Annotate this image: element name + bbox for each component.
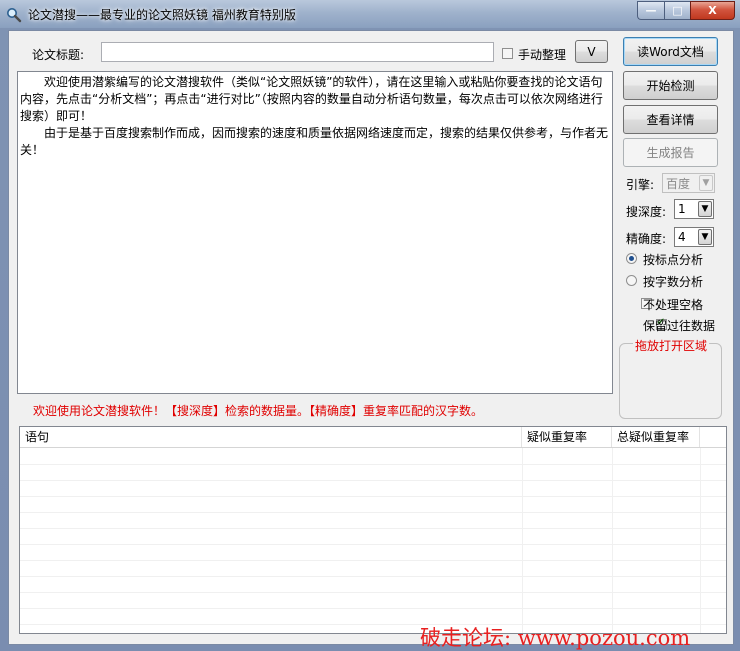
app-window: 论文潜搜——最专业的论文照妖镜 福州教育特别版 — □ X 论文标题: 手动整理… — [0, 0, 740, 651]
table-row — [20, 496, 726, 513]
precision-value: 4 — [678, 230, 686, 244]
paper-title-label: 论文标题: — [32, 48, 85, 62]
table-row — [20, 544, 726, 561]
client-area: 论文标题: 手动整理 V 欢迎使用潜紫编写的论文潜搜软件（类似“论文照妖镜”的软… — [8, 30, 734, 645]
table-row — [20, 560, 726, 577]
expand-button[interactable]: V — [575, 40, 608, 63]
precision-label: 精确度: — [626, 232, 667, 246]
close-icon: X — [708, 4, 717, 17]
results-table[interactable]: 语句 疑似重复率 总疑似重复率 — [19, 426, 727, 634]
watermark-text: 破走论坛: www.pozou.com — [420, 626, 691, 650]
status-message: 欢迎使用论文潜搜软件！【搜深度】检索的数据量。【精确度】重复率匹配的汉字数。 — [33, 404, 484, 418]
keep-data-label: 保留过往数据 — [643, 319, 716, 333]
table-row — [20, 480, 726, 497]
chevron-down-icon: ▼ — [698, 201, 712, 217]
manual-arrange-label: 手动整理 — [518, 48, 567, 62]
no-space-label: 不处理空格 — [643, 298, 704, 312]
column-header-total-similarity[interactable]: 总疑似重复率 — [612, 427, 700, 447]
chars-radio[interactable] — [626, 275, 637, 286]
drop-zone-label: 拖放打开区域 — [633, 337, 710, 354]
chevron-down-icon: ▼ — [698, 229, 712, 245]
paper-title-input[interactable] — [101, 42, 494, 62]
precision-select[interactable]: 4 ▼ — [674, 227, 714, 247]
maximize-icon: □ — [672, 4, 683, 17]
depth-select[interactable]: 1 ▼ — [674, 199, 714, 219]
close-button[interactable]: X — [690, 1, 735, 20]
engine-value: 百度 — [666, 176, 691, 191]
table-row — [20, 464, 726, 481]
column-header-similarity[interactable]: 疑似重复率 — [522, 427, 612, 447]
manual-arrange-checkbox[interactable] — [502, 48, 513, 59]
punct-radio-label: 按标点分析 — [643, 253, 704, 267]
read-word-button[interactable]: 读Word文档 — [623, 37, 718, 66]
depth-label: 搜深度: — [626, 205, 667, 219]
table-row — [20, 528, 726, 545]
engine-label: 引擎: — [626, 178, 655, 192]
content-textarea[interactable]: 欢迎使用潜紫编写的论文潜搜软件（类似“论文照妖镜”的软件），请在这里输入或粘贴你… — [17, 71, 613, 394]
table-row — [20, 576, 726, 593]
maximize-button[interactable]: □ — [664, 1, 690, 20]
minimize-button[interactable]: — — [637, 1, 664, 20]
table-header: 语句 疑似重复率 总疑似重复率 — [20, 427, 726, 448]
column-divider — [700, 448, 701, 633]
engine-select[interactable]: 百度 ▼ — [662, 173, 715, 193]
column-divider — [522, 448, 523, 633]
content-paragraph-2: 由于是基于百度搜索制作而成，因而搜索的速度和质量依据网络速度而定，搜索的结果仅供… — [20, 126, 609, 157]
magnifier-icon — [7, 8, 22, 23]
content-paragraph-1: 欢迎使用潜紫编写的论文潜搜软件（类似“论文照妖镜”的软件），请在这里输入或粘贴你… — [20, 75, 603, 123]
chevron-down-icon: ▼ — [699, 175, 713, 191]
table-row — [20, 448, 726, 465]
punct-radio[interactable] — [626, 253, 637, 264]
column-header-sentence[interactable]: 语句 — [20, 427, 522, 447]
chevron-down-icon: V — [587, 44, 596, 59]
drop-zone[interactable] — [619, 343, 722, 419]
table-row — [20, 512, 726, 529]
chars-radio-label: 按字数分析 — [643, 275, 704, 289]
title-bar[interactable]: 论文潜搜——最专业的论文照妖镜 福州教育特别版 — □ X — [0, 0, 740, 28]
table-row — [20, 592, 726, 609]
table-body — [20, 448, 726, 633]
generate-report-button[interactable]: 生成报告 — [623, 138, 718, 167]
window-title: 论文潜搜——最专业的论文照妖镜 福州教育特别版 — [28, 8, 296, 22]
caption-buttons: — □ X — [637, 1, 735, 20]
view-details-button[interactable]: 查看详情 — [623, 105, 718, 134]
start-check-button[interactable]: 开始检测 — [623, 71, 718, 100]
depth-value: 1 — [678, 202, 686, 216]
minimize-icon: — — [645, 4, 657, 17]
column-divider — [612, 448, 613, 633]
